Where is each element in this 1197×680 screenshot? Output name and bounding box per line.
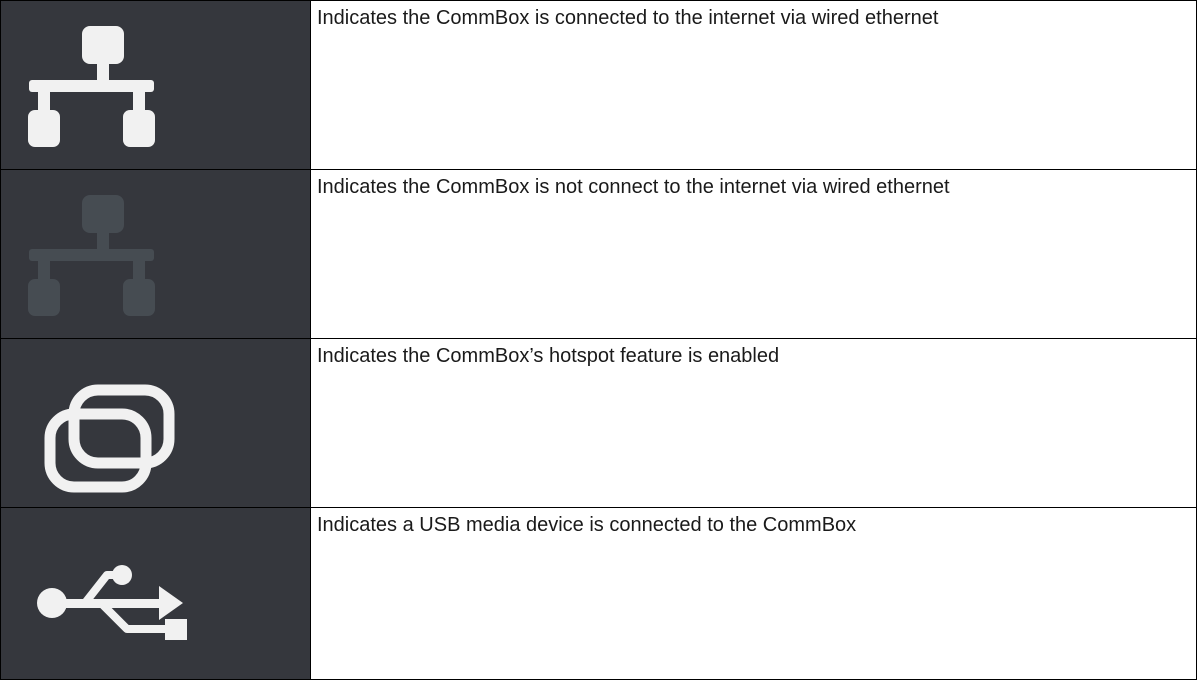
status-icon-legend-table: Indicates the CommBox is connected to th… <box>0 0 1197 680</box>
ethernet-connected-icon <box>28 26 155 147</box>
usb-icon <box>37 565 187 640</box>
icon-cell <box>0 338 311 508</box>
table-row: Indicates the CommBox is connected to th… <box>0 0 1197 170</box>
icon-cell <box>0 0 311 170</box>
row-description: Indicates the CommBox is not connect to … <box>317 176 950 198</box>
table-row: Indicates the CommBox’s hotspot feature … <box>0 338 1197 508</box>
description-cell: Indicates the CommBox’s hotspot feature … <box>310 338 1197 508</box>
icon-cell <box>0 507 311 680</box>
ethernet-disconnected-icon <box>28 195 155 316</box>
description-cell: Indicates the CommBox is not connect to … <box>310 169 1197 339</box>
description-cell: Indicates a USB media device is connecte… <box>310 507 1197 680</box>
description-cell: Indicates the CommBox is connected to th… <box>310 0 1197 170</box>
row-description: Indicates the CommBox is connected to th… <box>317 7 939 29</box>
row-description: Indicates the CommBox’s hotspot feature … <box>317 345 780 367</box>
icon-cell <box>0 169 311 339</box>
table-row: Indicates a USB media device is connecte… <box>0 507 1197 680</box>
row-description: Indicates a USB media device is connecte… <box>317 514 857 536</box>
hotspot-icon <box>44 384 175 493</box>
table-row: Indicates the CommBox is not connect to … <box>0 169 1197 339</box>
